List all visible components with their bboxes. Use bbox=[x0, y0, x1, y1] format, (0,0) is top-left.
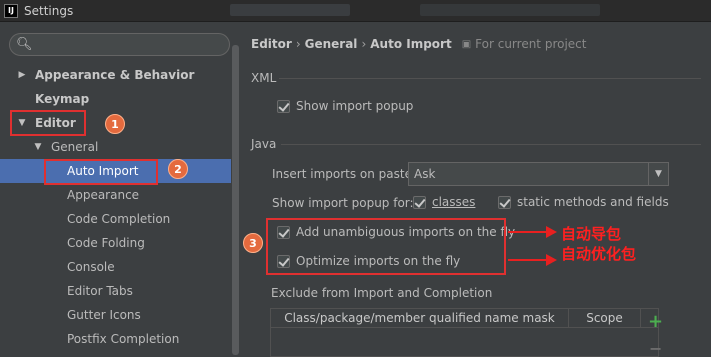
tree-item-label: Gutter Icons bbox=[67, 308, 141, 322]
tree-item-keymap[interactable]: Keymap bbox=[0, 87, 231, 111]
section-xml-label: XML bbox=[251, 71, 277, 85]
checkbox-label: classes bbox=[432, 195, 476, 209]
column-header-mask[interactable]: Class/package/member qualified name mask bbox=[271, 309, 569, 327]
tree-item-label: Code Folding bbox=[67, 236, 145, 250]
tree-item-code-folding[interactable]: Code Folding bbox=[0, 231, 231, 255]
tree-item-label: Appearance & Behavior bbox=[35, 68, 195, 82]
annotation-arrow bbox=[508, 254, 557, 266]
tree-item-label: Code Completion bbox=[67, 212, 171, 226]
chevron-down-icon[interactable]: ▼ bbox=[648, 163, 668, 185]
exclude-table[interactable]: Class/package/member qualified name mask… bbox=[270, 308, 659, 357]
insert-imports-dropdown[interactable]: Ask ▼ bbox=[408, 162, 669, 186]
section-divider bbox=[279, 78, 701, 79]
checkbox-label: Show import popup bbox=[296, 99, 414, 113]
tree-item-label: Keymap bbox=[35, 92, 90, 106]
breadcrumb: Editor › General › Auto Import ▣ For cur… bbox=[251, 37, 586, 51]
annotation-badge-2: 2 bbox=[168, 159, 188, 179]
tree-item-console[interactable]: Console bbox=[0, 255, 231, 279]
annotation-note-auto-import: 自动导包 bbox=[561, 225, 622, 243]
tree-item-code-completion[interactable]: Code Completion bbox=[0, 207, 231, 231]
tree-item-editor-tabs[interactable]: Editor Tabs bbox=[0, 279, 231, 303]
tree-item-label: General bbox=[51, 140, 99, 154]
checkbox-label: static methods and fields bbox=[517, 195, 669, 209]
scrollbar-thumb[interactable] bbox=[232, 45, 239, 355]
title-bar: IJ Settings bbox=[0, 0, 711, 22]
blurred-background bbox=[420, 4, 600, 16]
annotation-badge-3: 3 bbox=[243, 233, 263, 253]
column-header-scope[interactable]: Scope bbox=[569, 309, 641, 327]
annotation-arrow bbox=[508, 226, 557, 238]
static-methods-checkbox[interactable]: static methods and fields bbox=[498, 195, 669, 209]
settings-tree-panel: 🔍︎ ▶ Appearance & Behavior Keymap ▼ Edit… bbox=[0, 23, 240, 357]
tree-item-general[interactable]: ▼ General bbox=[0, 135, 231, 159]
checkbox-checked[interactable] bbox=[277, 99, 290, 113]
breadcrumb-editor: Editor bbox=[251, 37, 292, 51]
scope-note: ▣ For current project bbox=[462, 37, 587, 51]
project-icon: ▣ bbox=[461, 38, 472, 50]
annotation-box-auto-import bbox=[44, 159, 158, 185]
show-import-popup-for-label: Show import popup for: bbox=[272, 196, 414, 210]
chevron-down-icon[interactable]: ▼ bbox=[32, 142, 44, 152]
tree-item-postfix-completion[interactable]: Postfix Completion bbox=[0, 327, 231, 351]
tree-item-appearance[interactable]: Appearance bbox=[0, 183, 231, 207]
scope-label: For current project bbox=[475, 37, 587, 51]
remove-icon[interactable]: − bbox=[649, 339, 662, 357]
checkbox-checked[interactable] bbox=[498, 195, 511, 209]
annotation-box-editor bbox=[10, 110, 86, 136]
table-header: Class/package/member qualified name mask… bbox=[271, 309, 658, 328]
annotation-badge-1: 1 bbox=[105, 114, 125, 134]
chevron-right-icon[interactable]: ▶ bbox=[16, 70, 28, 80]
annotation-box-checkboxes bbox=[266, 218, 506, 275]
window-title: Settings bbox=[24, 3, 74, 18]
annotation-note-optimize: 自动优化包 bbox=[561, 245, 637, 263]
tree-item-label: Editor Tabs bbox=[67, 284, 133, 298]
tree-item-label: Appearance bbox=[67, 188, 140, 202]
section-java-label: Java bbox=[251, 137, 277, 151]
dropdown-value: Ask bbox=[414, 167, 436, 181]
search-icon: 🔍︎ bbox=[16, 37, 33, 52]
tree-item-appearance-behavior[interactable]: ▶ Appearance & Behavior bbox=[0, 63, 231, 87]
add-icon[interactable]: + bbox=[648, 311, 663, 332]
intellij-logo-icon: IJ bbox=[4, 3, 18, 18]
breadcrumb-general: General bbox=[304, 37, 358, 51]
settings-content-panel: Editor › General › Auto Import ▣ For cur… bbox=[241, 23, 711, 357]
tree-scrollbar[interactable] bbox=[231, 23, 240, 357]
tree-item-label: Postfix Completion bbox=[67, 332, 180, 346]
exclude-section-label: Exclude from Import and Completion bbox=[271, 286, 493, 300]
section-divider bbox=[281, 144, 701, 145]
insert-imports-label: Insert imports on paste: bbox=[272, 167, 417, 181]
show-import-popup-xml-checkbox[interactable]: Show import popup bbox=[277, 99, 413, 113]
breadcrumb-separator: › bbox=[295, 37, 301, 51]
tree-item-label: Console bbox=[67, 260, 115, 274]
search-input[interactable]: 🔍︎ bbox=[9, 33, 230, 56]
checkbox-checked[interactable] bbox=[413, 195, 426, 209]
breadcrumb-separator: › bbox=[361, 37, 367, 51]
tree-item-gutter-icons[interactable]: Gutter Icons bbox=[0, 303, 231, 327]
breadcrumb-auto-import: Auto Import bbox=[370, 37, 452, 51]
blurred-background bbox=[230, 4, 350, 16]
classes-checkbox[interactable]: classes bbox=[413, 195, 475, 209]
